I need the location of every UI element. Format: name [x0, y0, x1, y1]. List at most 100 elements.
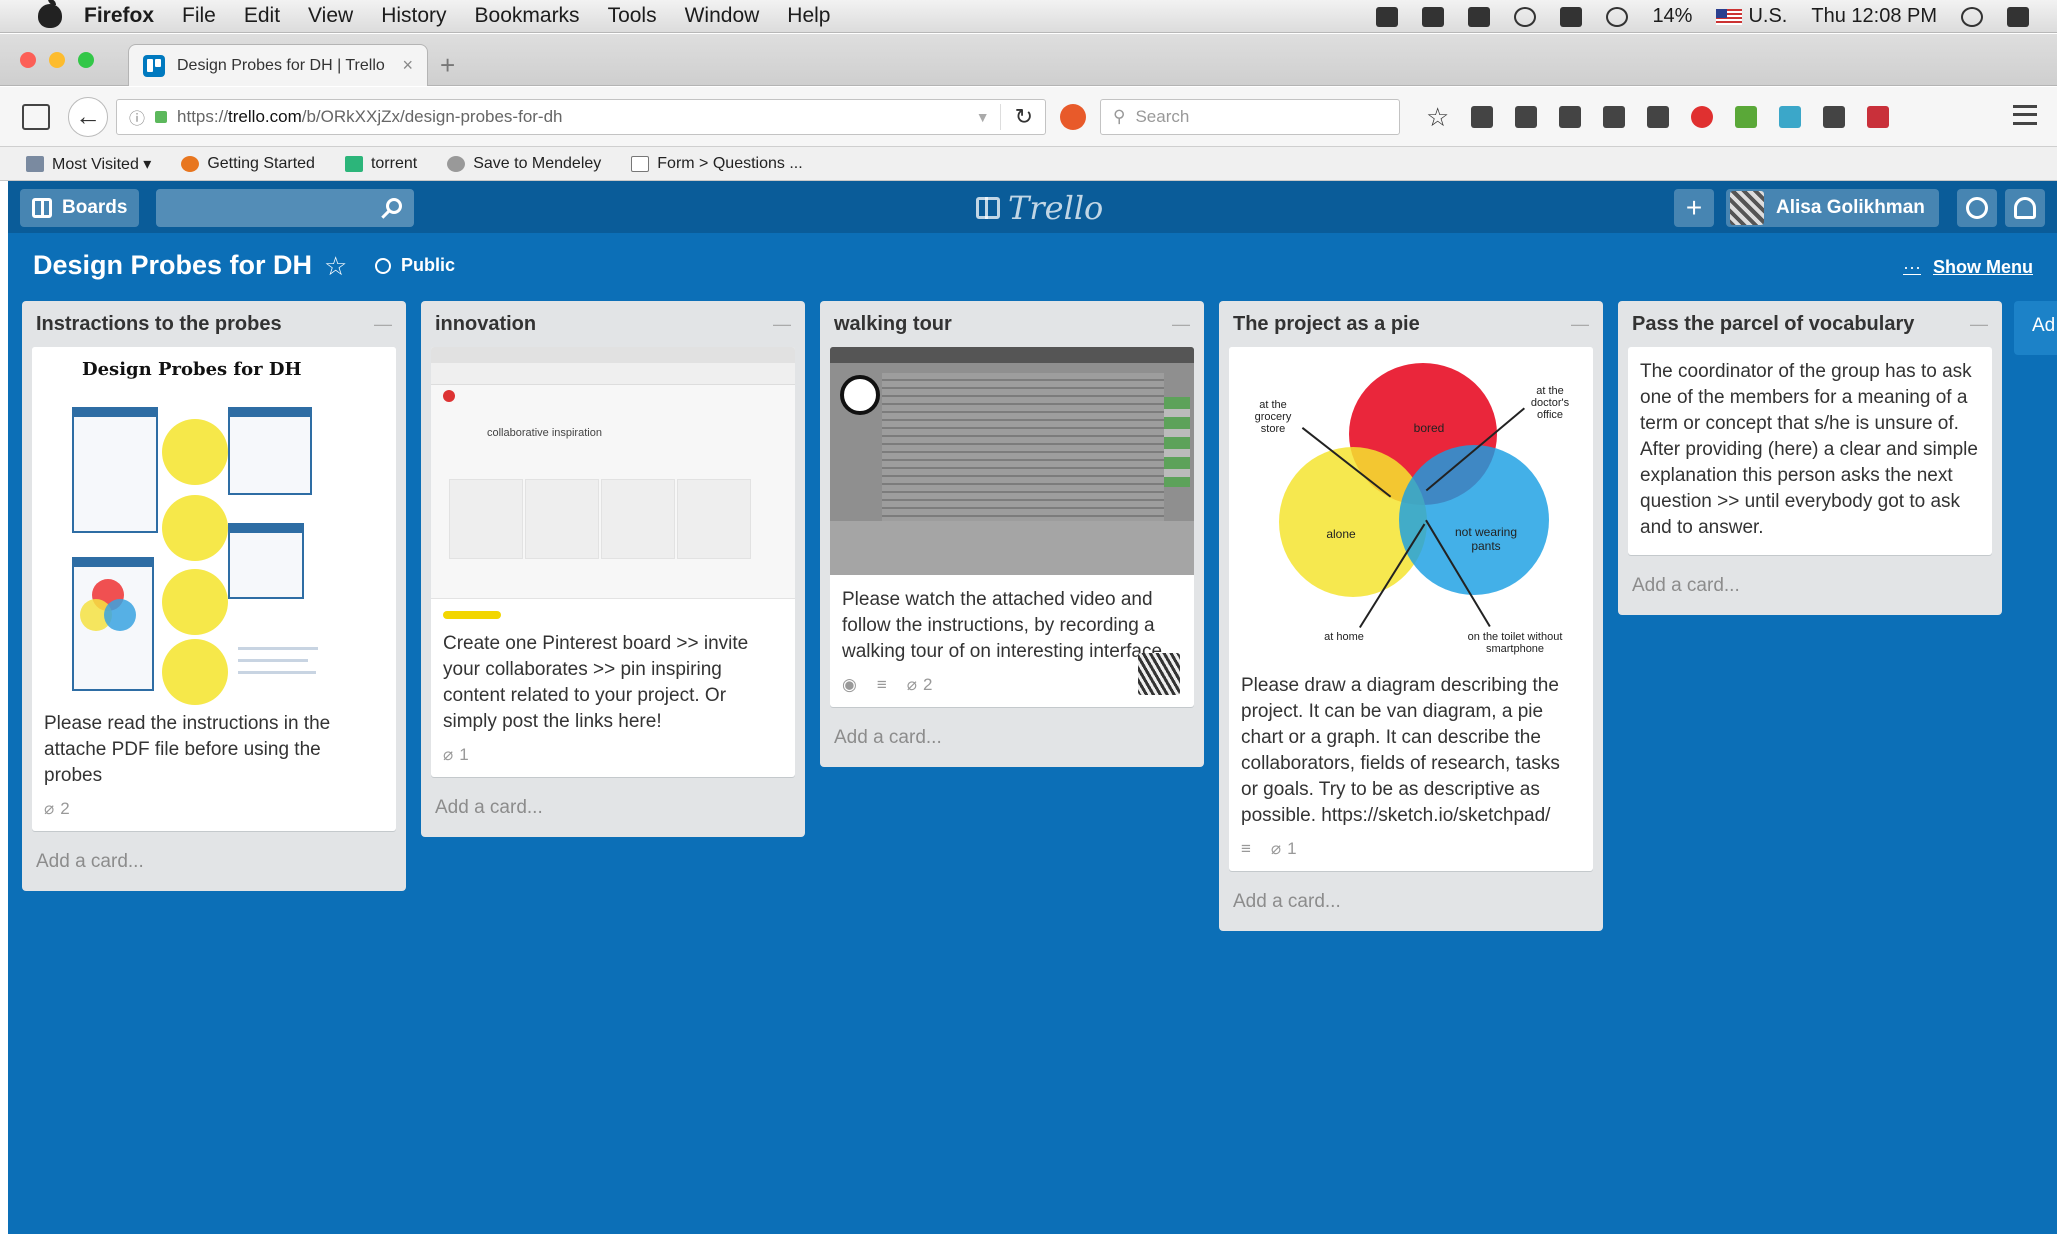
search-icon: [386, 198, 402, 214]
list-menu-icon[interactable]: —: [1571, 314, 1589, 335]
card-member-avatar[interactable]: [1138, 653, 1180, 695]
card-project-pie[interactable]: bored alone not wearing pants at the gro…: [1229, 347, 1593, 871]
extension-pen-icon[interactable]: [1823, 105, 1846, 128]
clock[interactable]: Thu 12:08 PM: [1811, 5, 1937, 28]
paperclip-icon: ⌀: [906, 675, 918, 694]
url-bar[interactable]: ⓘ https://trello.com/b/ORkXXjZx/design-p…: [116, 98, 1046, 135]
list-title[interactable]: The project as a pie: [1233, 313, 1420, 336]
menu-view[interactable]: View: [308, 4, 353, 28]
bookmark-star-icon[interactable]: ☆: [1426, 104, 1449, 130]
bookmark-most-visited[interactable]: Most Visited ▾: [26, 154, 151, 174]
dropbox-icon[interactable]: [1376, 6, 1399, 27]
trello-search-input[interactable]: [156, 189, 414, 227]
add-card-link[interactable]: Add a card...: [820, 717, 1204, 767]
member-menu-button[interactable]: Alisa Golikhman: [1726, 189, 1939, 227]
url-text[interactable]: https://trello.com/b/ORkXXjZx/design-pro…: [177, 107, 966, 127]
macos-menu-bar: Firefox File Edit View History Bookmarks…: [0, 0, 2057, 33]
ublock-extension-icon[interactable]: [1060, 103, 1086, 130]
input-source[interactable]: U.S.: [1716, 5, 1787, 28]
list-instractions: Instractions to the probes — Design Prob…: [22, 301, 406, 891]
minimize-window-button[interactable]: [49, 52, 65, 68]
board-visibility-button[interactable]: Public: [375, 255, 455, 276]
send-icon[interactable]: [1647, 105, 1670, 128]
card-innovation[interactable]: collaborative inspiration Create one Pin…: [431, 347, 795, 777]
list-title[interactable]: Pass the parcel of vocabulary: [1632, 313, 1914, 336]
list-title[interactable]: Instractions to the probes: [36, 313, 282, 336]
menu-file[interactable]: File: [182, 4, 216, 28]
list-title[interactable]: walking tour: [834, 313, 952, 336]
add-card-link[interactable]: Add a card...: [1219, 881, 1603, 931]
add-card-link[interactable]: Add a card...: [1618, 565, 2002, 615]
battery-percent[interactable]: 14%: [1652, 5, 1692, 28]
show-menu-link[interactable]: ··· Show Menu: [1903, 257, 2033, 278]
extension-teal-icon[interactable]: [1779, 105, 1802, 128]
menu-edit[interactable]: Edit: [244, 4, 280, 28]
app-status-icon[interactable]: [1422, 6, 1445, 27]
list-header[interactable]: Instractions to the probes —: [22, 301, 406, 347]
menu-history[interactable]: History: [381, 4, 446, 28]
add-card-link[interactable]: Add a card...: [22, 841, 406, 891]
extension-green-icon[interactable]: [1735, 105, 1758, 128]
back-button[interactable]: ←: [68, 96, 108, 137]
list-header[interactable]: walking tour —: [820, 301, 1204, 347]
card-instructions[interactable]: Design Probes for DH Please read the ins…: [32, 347, 396, 831]
menu-bookmarks[interactable]: Bookmarks: [475, 4, 580, 28]
bookmark-getting-started[interactable]: Getting Started: [181, 155, 315, 173]
secure-lock-icon: [155, 110, 168, 123]
extension-red-box-icon[interactable]: [1867, 105, 1890, 128]
home-icon[interactable]: [1603, 105, 1626, 128]
add-card-link[interactable]: Add a card...: [421, 787, 805, 837]
sidebar-toggle-icon[interactable]: [22, 103, 50, 130]
boards-button[interactable]: Boards: [20, 189, 140, 227]
zoom-window-button[interactable]: [78, 52, 94, 68]
pocket-icon[interactable]: [1515, 105, 1538, 128]
menu-help[interactable]: Help: [787, 4, 830, 28]
spotlight-search-icon[interactable]: [1961, 6, 1983, 27]
adblock-icon[interactable]: [1691, 105, 1714, 128]
bookmark-torrent[interactable]: torrent: [344, 155, 417, 173]
search-bar[interactable]: ⚲ Search: [1100, 98, 1400, 135]
time-machine-icon[interactable]: [1514, 6, 1537, 27]
volume-icon[interactable]: [1560, 6, 1583, 27]
list-title[interactable]: innovation: [435, 313, 536, 336]
bookmark-form-questions[interactable]: Form > Questions ...: [631, 155, 803, 173]
menu-app-firefox[interactable]: Firefox: [84, 4, 154, 28]
trello-logo[interactable]: Trello: [976, 189, 1103, 227]
board-title[interactable]: Design Probes for DH: [33, 250, 312, 281]
apple-icon[interactable]: [38, 0, 62, 28]
notifications-button[interactable]: [2005, 189, 2045, 227]
list-menu-icon[interactable]: —: [773, 314, 791, 335]
list-header[interactable]: Pass the parcel of vocabulary —: [1618, 301, 2002, 347]
card-vocabulary[interactable]: The coordinator of the group has to ask …: [1628, 347, 1992, 555]
menu-tools[interactable]: Tools: [608, 4, 657, 28]
reload-icon[interactable]: ↻: [999, 103, 1033, 130]
open-menu-icon[interactable]: [2013, 105, 2037, 125]
list-innovation: innovation — collaborative inspiration C…: [421, 301, 805, 837]
card-label-yellow[interactable]: [443, 611, 501, 619]
notification-center-icon[interactable]: [2007, 6, 2029, 27]
downloads-icon[interactable]: [1559, 105, 1582, 128]
info-button[interactable]: [1957, 189, 1997, 227]
bookmark-save-to-mendeley[interactable]: Save to Mendeley: [447, 155, 601, 173]
site-info-icon[interactable]: ⓘ: [129, 105, 145, 129]
tab-close-icon[interactable]: ×: [402, 55, 413, 76]
reading-list-icon[interactable]: [1471, 105, 1494, 128]
list-header[interactable]: The project as a pie —: [1219, 301, 1603, 347]
card-walking-tour[interactable]: Please watch the attached video and foll…: [830, 347, 1194, 707]
add-button[interactable]: +: [1674, 189, 1714, 227]
list-menu-icon[interactable]: —: [1172, 314, 1190, 335]
close-window-button[interactable]: [20, 52, 36, 68]
avatar: [1730, 191, 1764, 225]
wifi-icon[interactable]: [1606, 6, 1629, 27]
list-menu-icon[interactable]: —: [374, 314, 392, 335]
add-list-button[interactable]: Ad: [2014, 301, 2057, 355]
url-history-dropdown-icon[interactable]: ▼: [976, 109, 990, 125]
menu-window[interactable]: Window: [685, 4, 760, 28]
list-header[interactable]: innovation —: [421, 301, 805, 347]
new-tab-button[interactable]: +: [440, 50, 455, 81]
star-icon[interactable]: ☆: [324, 251, 347, 282]
browser-tab-trello[interactable]: Design Probes for DH | Trello ×: [128, 44, 428, 86]
toolbar-icons: ☆: [1426, 104, 1890, 130]
bluetooth-icon[interactable]: [1468, 6, 1491, 27]
list-menu-icon[interactable]: —: [1970, 314, 1988, 335]
